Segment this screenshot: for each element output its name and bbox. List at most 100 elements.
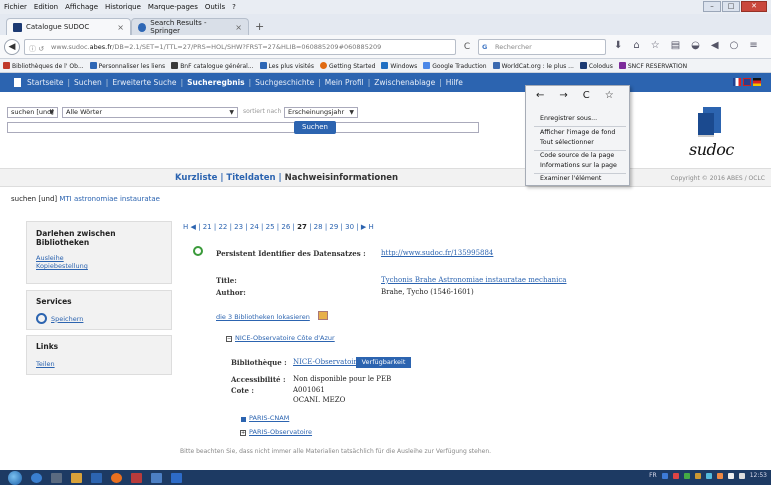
search-query-link[interactable]: MTI astronomiae instauratae: [59, 195, 160, 203]
search-button[interactable]: Suchen: [294, 121, 336, 134]
ctx-save-as[interactable]: Enregistrer sous...: [540, 115, 597, 122]
acrobat-icon[interactable]: [131, 472, 142, 483]
sync-icon[interactable]: ○: [730, 40, 739, 51]
nav-erweiterte-suche[interactable]: Erweiterte Suche: [112, 78, 176, 87]
bookmark-star-icon[interactable]: ☆: [651, 40, 660, 51]
page-link[interactable]: 29: [329, 223, 338, 231]
bookmark-item[interactable]: Bibliothèques de l' Ob...: [3, 61, 84, 70]
page-link[interactable]: 23: [234, 223, 243, 231]
ctx-page-info[interactable]: Informations sur la page: [540, 162, 617, 169]
extension-icon[interactable]: ◀: [711, 40, 719, 51]
bookmark-item[interactable]: Google Traduction: [423, 61, 487, 70]
save-icon[interactable]: [36, 313, 47, 324]
home-icon[interactable]: ⌂: [633, 40, 639, 51]
title-link[interactable]: Tychonis Brahe Astronomiae instauratae m…: [381, 276, 566, 284]
ctx-forward-icon[interactable]: →: [559, 90, 567, 101]
ctx-reload-icon[interactable]: C: [583, 90, 590, 101]
menu-edition[interactable]: Edition: [34, 3, 58, 11]
nav-suchen[interactable]: Suchen: [74, 78, 102, 87]
nav-suchgeschichte[interactable]: Suchgeschichte: [255, 78, 314, 87]
page-link[interactable]: 21: [203, 223, 212, 231]
search-engine-icon[interactable]: G: [482, 40, 487, 54]
nav-hilfe[interactable]: Hilfe: [446, 78, 463, 87]
explorer-icon[interactable]: [71, 472, 82, 483]
page-link[interactable]: 30: [345, 223, 354, 231]
maximize-button[interactable]: □: [722, 1, 740, 12]
menu-fichier[interactable]: Fichier: [4, 3, 27, 11]
flag-uk-icon[interactable]: [743, 78, 751, 86]
reload-icon[interactable]: C: [459, 39, 475, 55]
menu-help[interactable]: ?: [232, 3, 236, 11]
tab-kurzliste[interactable]: Kurzliste: [175, 173, 217, 183]
language-indicator[interactable]: FR: [649, 472, 657, 479]
tab-springer[interactable]: Search Results - Springer ×: [131, 18, 249, 35]
page-link[interactable]: 28: [314, 223, 323, 231]
bookmark-item[interactable]: BnF catalogue général...: [171, 61, 254, 70]
tab-nachweisinformationen[interactable]: Nachweisinformationen: [285, 173, 399, 183]
network-icon[interactable]: [727, 472, 734, 479]
new-tab-button[interactable]: +: [255, 20, 264, 33]
persistent-id-link[interactable]: http://www.sudoc.fr/135995884: [381, 249, 493, 257]
hamburger-menu-icon[interactable]: ≡: [749, 40, 757, 51]
menu-outils[interactable]: Outils: [205, 3, 225, 11]
search-field-select[interactable]: Alle Wörter ▼: [62, 107, 238, 118]
bookmark-item[interactable]: Windows: [381, 61, 417, 70]
ctx-inspect-element[interactable]: Examiner l'élément: [540, 175, 601, 182]
url-bar[interactable]: ⓘ ↺ www.sudoc.abes.fr/DB=2.1/SET=1/TTL=2…: [24, 39, 456, 55]
teilen-link[interactable]: Teilen: [36, 360, 162, 368]
availability-button[interactable]: Verfügbarkeit: [356, 357, 411, 368]
search-mode-select[interactable]: suchen [und] ▼: [7, 107, 58, 118]
expand-icon[interactable]: +: [240, 430, 246, 436]
bookmark-item[interactable]: Getting Started: [320, 61, 375, 70]
page-link[interactable]: 24: [250, 223, 259, 231]
nav-suchergebnis[interactable]: Sucheregbnis: [187, 78, 245, 87]
help-icon[interactable]: [661, 472, 668, 479]
firefox-icon[interactable]: [111, 472, 122, 483]
tab-close-icon[interactable]: ×: [117, 23, 124, 32]
bookmark-item[interactable]: Les plus visités: [259, 61, 314, 70]
page-link[interactable]: 26: [281, 223, 290, 231]
ctx-select-all[interactable]: Tout sélectionner: [540, 139, 594, 146]
nav-startseite[interactable]: Startseite: [27, 78, 63, 87]
bookmark-item[interactable]: Personnaliser les liens: [89, 61, 165, 70]
nav-zwischenablage[interactable]: Zwischenablage: [374, 78, 435, 87]
map-icon[interactable]: [318, 311, 328, 320]
info-icon[interactable]: ⓘ ↺: [29, 42, 44, 54]
flag-fr-icon[interactable]: [733, 78, 741, 86]
nav-mein-profil[interactable]: Mein Profil: [325, 78, 364, 87]
ausleihe-link[interactable]: Ausleihe: [36, 254, 162, 262]
taskbar-app-icon[interactable]: [51, 472, 62, 483]
ctx-view-source[interactable]: Code source de la page: [540, 152, 614, 159]
ctx-back-icon[interactable]: ←: [536, 90, 544, 101]
close-window-button[interactable]: ✕: [741, 1, 767, 12]
search-bar[interactable]: G Rechercher: [478, 39, 606, 55]
ctx-bookmark-icon[interactable]: ☆: [605, 90, 614, 101]
page-link[interactable]: 22: [218, 223, 227, 231]
tray-icon[interactable]: [672, 472, 679, 479]
taskbar-app-icon[interactable]: [91, 472, 102, 483]
page-link[interactable]: 25: [266, 223, 275, 231]
bookmark-item[interactable]: WorldCat.org : le plus ...: [492, 61, 574, 70]
minimize-button[interactable]: –: [703, 1, 721, 12]
ie-icon[interactable]: [31, 472, 42, 483]
next-page-icon[interactable]: ▶: [361, 223, 366, 231]
ctx-view-background[interactable]: Afficher l'image de fond: [540, 129, 615, 136]
clock[interactable]: 12:53: [750, 472, 767, 479]
kopiebestellung-link[interactable]: Kopiebestellung: [36, 262, 162, 270]
bookmark-item[interactable]: SNCF RESERVATION: [618, 61, 687, 70]
menu-historique[interactable]: Historique: [105, 3, 141, 11]
library-paris-observatoire-link[interactable]: PARIS-Observatoire: [249, 428, 312, 436]
download-icon[interactable]: ⬇: [614, 40, 622, 51]
pocket-icon[interactable]: ◒: [691, 40, 700, 51]
tray-icon[interactable]: [716, 472, 723, 479]
collapse-icon[interactable]: −: [226, 336, 232, 342]
speichern-link[interactable]: Speichern: [51, 315, 83, 323]
flag-de-icon[interactable]: [753, 78, 761, 86]
volume-icon[interactable]: [738, 472, 745, 479]
locate-libraries-link[interactable]: die 3 Bibliotheken lokasieren: [216, 313, 310, 321]
search-input[interactable]: [7, 122, 479, 133]
library-icon[interactable]: ▤: [671, 40, 680, 51]
tray-icon[interactable]: [705, 472, 712, 479]
tab-titeldaten[interactable]: Titeldaten: [226, 173, 275, 183]
menu-marque-pages[interactable]: Marque-pages: [148, 3, 198, 11]
